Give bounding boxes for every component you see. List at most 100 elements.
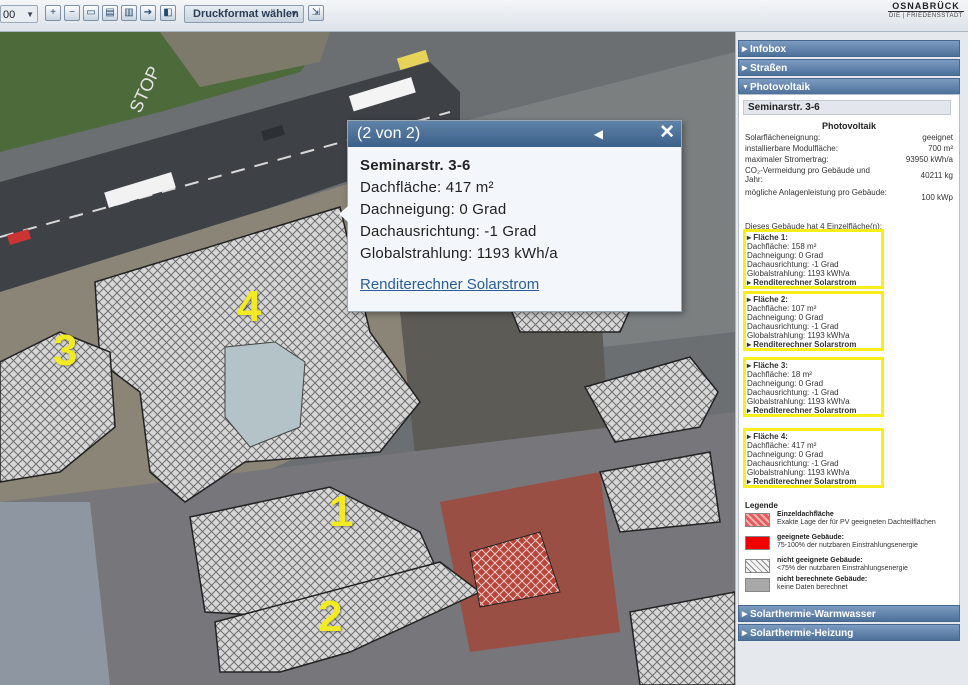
- close-icon[interactable]: ✕: [659, 120, 675, 146]
- face-orientation: Dachausrichtung: -1 Grad: [747, 322, 839, 331]
- pv-heading: Photovoltaik: [821, 121, 876, 131]
- face-irradiation: Globalstrahlung: 1193 kWh/a: [747, 468, 850, 477]
- section-strassen[interactable]: ▶ Straßen: [738, 59, 960, 76]
- section-label: Photovoltaik: [750, 82, 811, 93]
- face-title: ▸ Fläche 2:: [747, 295, 788, 304]
- section-solarthermie-warmwasser[interactable]: ▶ Solarthermie-Warmwasser: [738, 605, 960, 622]
- map-view-icon[interactable]: ▭: [83, 5, 99, 21]
- legend-item: geeignete Gebäude: 75-100% der nutzbaren …: [745, 534, 955, 552]
- face-area: Dachfläche: 158 m²: [747, 242, 817, 251]
- face-irradiation: Globalstrahlung: 1193 kWh/a: [747, 331, 850, 340]
- popup-address: Seminarstr. 3-6: [360, 157, 471, 174]
- popup-body: Seminarstr. 3-6 Dachfläche: 417 m² Dachn…: [348, 147, 681, 273]
- yield-calculator-link[interactable]: Renditerechner Solarstrom: [360, 276, 539, 293]
- face-tilt: Dachneigung: 0 Grad: [747, 379, 824, 388]
- roof-label-2: 2: [318, 592, 343, 641]
- pv-row-value: 93950 kWh/a: [905, 155, 953, 164]
- face-irradiation: Globalstrahlung: 1193 kWh/a: [747, 397, 850, 406]
- roof-face-4: ▸ Fläche 4: Dachfläche: 417 m² Dachneigu…: [743, 428, 884, 488]
- pv-row: CO₂-Vermeidung pro Gebäude und Jahr: 4021…: [745, 166, 953, 184]
- face-orientation: Dachausrichtung: -1 Grad: [747, 388, 839, 397]
- popup-roof-orientation: Dachausrichtung: -1 Grad: [360, 223, 537, 240]
- zoom-level-select[interactable]: 00 ▼: [0, 5, 38, 23]
- section-photovoltaik[interactable]: ▼ Photovoltaik: [738, 78, 960, 95]
- export-icon[interactable]: ⇲: [308, 5, 324, 21]
- face-orientation: Dachausrichtung: -1 Grad: [747, 260, 839, 269]
- section-label: Solarthermie-Warmwasser: [750, 609, 876, 620]
- roof-face-2: ▸ Fläche 2: Dachfläche: 107 m² Dachneigu…: [743, 291, 884, 351]
- chevron-down-icon: ▼: [290, 9, 298, 18]
- pv-row-label: mögliche Anlagenleistung pro Gebäude:: [745, 188, 887, 197]
- print-icon[interactable]: ▤: [102, 5, 118, 21]
- face-title: ▸ Fläche 1:: [747, 233, 788, 242]
- legend-title: Legende: [745, 501, 778, 510]
- section-infobox[interactable]: ▶ Infobox: [738, 40, 960, 57]
- photovoltaik-panel: Seminarstr. 3-6 Photovoltaik Solarfläche…: [738, 94, 960, 606]
- city-logo: OSNABRÜCK DIE | FRIEDENSSTADT: [888, 0, 964, 22]
- pv-row-label: installierbare Modulfläche:: [745, 144, 838, 153]
- legend-text: nicht berechnete Gebäude: keine Daten ber…: [777, 576, 868, 591]
- layers-icon[interactable]: ◧: [160, 5, 176, 21]
- pv-row-label: Solarflächeneignung:: [745, 133, 821, 142]
- roof-face-1: ▸ Fläche 1: Dachfläche: 158 m² Dachneigu…: [743, 229, 884, 289]
- legend-swatch: [745, 578, 770, 592]
- legend-text: Einzeldachfläche Exakte Lage der für PV g…: [777, 511, 936, 526]
- legend-swatch: [745, 559, 770, 573]
- table-icon[interactable]: ▥: [121, 5, 137, 21]
- panel-address: Seminarstr. 3-6: [743, 100, 951, 115]
- chevron-right-icon: ▶: [742, 65, 748, 72]
- legend-item: nicht geeignete Gebäude: <75% der nutzbar…: [745, 557, 955, 575]
- face-calculator-link[interactable]: ▸ Renditerechner Solarstrom: [747, 477, 881, 486]
- popup-header: (2 von 2) ◀ ✕: [348, 121, 681, 147]
- face-tilt: Dachneigung: 0 Grad: [747, 313, 824, 322]
- popup-roof-tilt: Dachneigung: 0 Grad: [360, 201, 507, 218]
- print-format-label: Druckformat wählen: [193, 8, 299, 20]
- face-area: Dachfläche: 107 m²: [747, 304, 817, 313]
- popup-irradiation: Globalstrahlung: 1193 kWh/a: [360, 245, 558, 262]
- roof-label-3: 3: [53, 326, 78, 375]
- pv-row-label: maximaler Stromertrag:: [745, 155, 829, 164]
- popup-counter: (2 von 2): [357, 125, 421, 142]
- chevron-right-icon: ▶: [742, 611, 748, 618]
- face-area: Dachfläche: 417 m²: [747, 441, 817, 450]
- navigation-icon[interactable]: ➔: [140, 5, 156, 21]
- face-tilt: Dachneigung: 0 Grad: [747, 450, 824, 459]
- legend-text: nicht geeignete Gebäude: <75% der nutzbar…: [777, 557, 908, 572]
- chevron-right-icon: ▶: [742, 46, 748, 53]
- face-area: Dachfläche: 18 m²: [747, 370, 812, 379]
- legend-swatch: [745, 536, 770, 550]
- pv-row-value: 40211 kg: [920, 171, 953, 180]
- legend-swatch: [745, 513, 770, 527]
- pv-row: installierbare Modulfläche: 700 m²: [745, 144, 953, 153]
- previous-icon[interactable]: ◀: [594, 121, 603, 147]
- info-popup: (2 von 2) ◀ ✕ Seminarstr. 3-6 Dachfläche…: [339, 120, 682, 312]
- section-label: Straßen: [750, 63, 788, 74]
- side-panel: ▶ Infobox ▶ Straßen ▼ Photovoltaik Seminars…: [735, 32, 968, 685]
- face-orientation: Dachausrichtung: -1 Grad: [747, 459, 839, 468]
- section-label: Solarthermie-Heizung: [750, 628, 854, 639]
- zoom-in-icon[interactable]: +: [45, 5, 61, 21]
- legend-item: Einzeldachfläche Exakte Lage der für PV g…: [745, 511, 955, 529]
- logo-brand: OSNABRÜCK: [888, 1, 964, 12]
- face-calculator-link[interactable]: ▸ Renditerechner Solarstrom: [747, 278, 881, 287]
- legend-item: nicht berechnete Gebäude: keine Daten ber…: [745, 576, 955, 594]
- legend-text: geeignete Gebäude: 75-100% der nutzbaren …: [777, 534, 918, 549]
- popup-roof-area: Dachfläche: 417 m²: [360, 179, 494, 196]
- face-title: ▸ Fläche 4:: [747, 432, 788, 441]
- zoom-out-icon[interactable]: −: [64, 5, 80, 21]
- roof-face-3: ▸ Fläche 3: Dachfläche: 18 m² Dachneigun…: [743, 357, 884, 417]
- toolbar: 00 ▼ + − ▭ ▤ ▥ ➔ ◧ Druckformat wählen ▼ …: [0, 0, 968, 32]
- chevron-down-icon: ▼: [26, 10, 34, 19]
- face-calculator-link[interactable]: ▸ Renditerechner Solarstrom: [747, 406, 881, 415]
- popup-pointer: [339, 206, 348, 222]
- logo-subtitle: DIE | FRIEDENSSTADT: [889, 13, 963, 19]
- face-tilt: Dachneigung: 0 Grad: [747, 251, 824, 260]
- chevron-right-icon: ▶: [742, 630, 748, 637]
- pv-row-value: geeignet: [922, 133, 953, 142]
- face-irradiation: Globalstrahlung: 1193 kWh/a: [747, 269, 850, 278]
- face-calculator-link[interactable]: ▸ Renditerechner Solarstrom: [747, 340, 881, 349]
- section-solarthermie-heizung[interactable]: ▶ Solarthermie-Heizung: [738, 624, 960, 641]
- print-format-select[interactable]: Druckformat wählen ▼: [184, 5, 304, 23]
- pv-row-value: 100 kWp: [921, 193, 953, 202]
- pv-row: mögliche Anlagenleistung pro Gebäude: 100…: [745, 188, 953, 202]
